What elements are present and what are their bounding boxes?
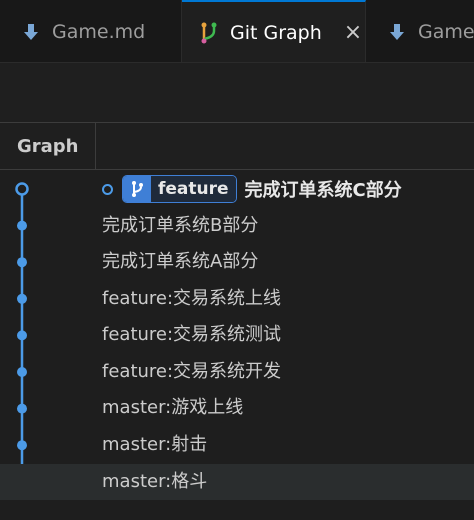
markdown-download-icon xyxy=(386,21,408,43)
commit-message: feature:交易系统开发 xyxy=(102,361,282,382)
commit-row[interactable]: feature:交易系统测试 xyxy=(0,317,474,353)
table-header: Graph xyxy=(0,123,474,170)
head-commit-refs: feature 完成订单系统C部分 xyxy=(102,175,402,203)
tab-game-md-2[interactable]: Game. xyxy=(366,0,474,62)
branch-icon xyxy=(123,176,151,202)
tab-git-graph[interactable]: Git Graph × xyxy=(182,0,366,62)
git-graph-icon xyxy=(198,22,220,44)
commit-row[interactable]: 完成订单系统B部分 xyxy=(0,208,474,244)
git-graph-toolbar xyxy=(0,63,474,123)
commit-message: master:游戏上线 xyxy=(102,397,244,418)
commit-message: 完成订单系统C部分 xyxy=(244,180,402,201)
commit-message: feature:交易系统测试 xyxy=(102,324,282,345)
tab-game-md[interactable]: Game.md xyxy=(0,0,182,62)
commit-row[interactable]: master:游戏上线 xyxy=(0,390,474,426)
commit-message: feature:交易系统上线 xyxy=(102,288,282,309)
head-indicator-icon xyxy=(102,183,113,195)
commit-message: master:格斗 xyxy=(102,471,208,492)
branch-badge-feature[interactable]: feature xyxy=(122,175,237,203)
graph-column-header[interactable]: Graph xyxy=(0,123,96,169)
commit-message: master:射击 xyxy=(102,434,208,455)
branch-name: feature xyxy=(151,176,236,202)
commit-row[interactable]: feature:交易系统上线 xyxy=(0,281,474,317)
close-icon[interactable]: × xyxy=(344,20,362,45)
commit-message: 完成订单系统A部分 xyxy=(102,251,259,272)
commit-message: 完成订单系统B部分 xyxy=(102,215,259,236)
tab-label: Game. xyxy=(418,20,474,43)
commit-row-selected[interactable]: master:格斗 xyxy=(0,464,474,500)
graph-column-label: Graph xyxy=(17,135,79,157)
commit-row[interactable]: master:射击 xyxy=(0,427,474,463)
tab-label: Git Graph xyxy=(230,21,322,44)
commit-row[interactable]: feature:交易系统开发 xyxy=(0,354,474,390)
tab-label: Game.md xyxy=(52,20,146,43)
markdown-download-icon xyxy=(20,21,42,43)
commit-row-head[interactable]: feature 完成订单系统C部分 xyxy=(0,171,474,207)
commit-row[interactable]: 完成订单系统A部分 xyxy=(0,244,474,280)
editor-tab-bar: Game.md Git Graph × Game. xyxy=(0,0,474,63)
